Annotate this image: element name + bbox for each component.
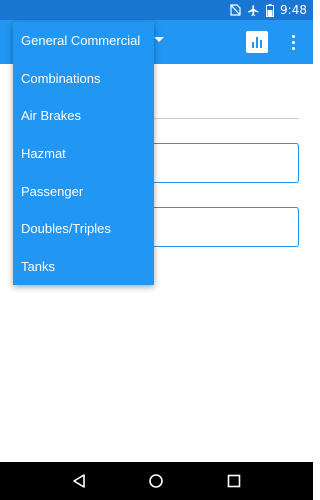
chevron-down-icon[interactable] — [154, 37, 164, 42]
category-dropdown: General Commercial Combinations Air Brak… — [13, 22, 154, 285]
dropdown-item-general-commercial[interactable]: General Commercial — [13, 22, 154, 60]
status-time: 9:48 — [280, 3, 307, 17]
status-bar: 9:48 — [0, 0, 313, 20]
stats-icon[interactable] — [246, 31, 268, 53]
airplane-icon — [247, 4, 260, 17]
dropdown-item-air-brakes[interactable]: Air Brakes — [13, 97, 154, 135]
home-icon[interactable] — [141, 466, 171, 496]
no-sim-icon — [230, 4, 241, 16]
navigation-bar — [0, 462, 313, 500]
battery-icon — [266, 3, 275, 17]
dropdown-item-passenger[interactable]: Passenger — [13, 172, 154, 210]
dropdown-item-hazmat[interactable]: Hazmat — [13, 135, 154, 173]
overflow-menu-icon[interactable] — [286, 32, 300, 52]
dropdown-item-tanks[interactable]: Tanks — [13, 248, 154, 286]
recents-icon[interactable] — [219, 466, 249, 496]
dropdown-item-doubles-triples[interactable]: Doubles/Triples — [13, 210, 154, 248]
back-icon[interactable] — [64, 466, 94, 496]
dropdown-item-combinations[interactable]: Combinations — [13, 60, 154, 98]
